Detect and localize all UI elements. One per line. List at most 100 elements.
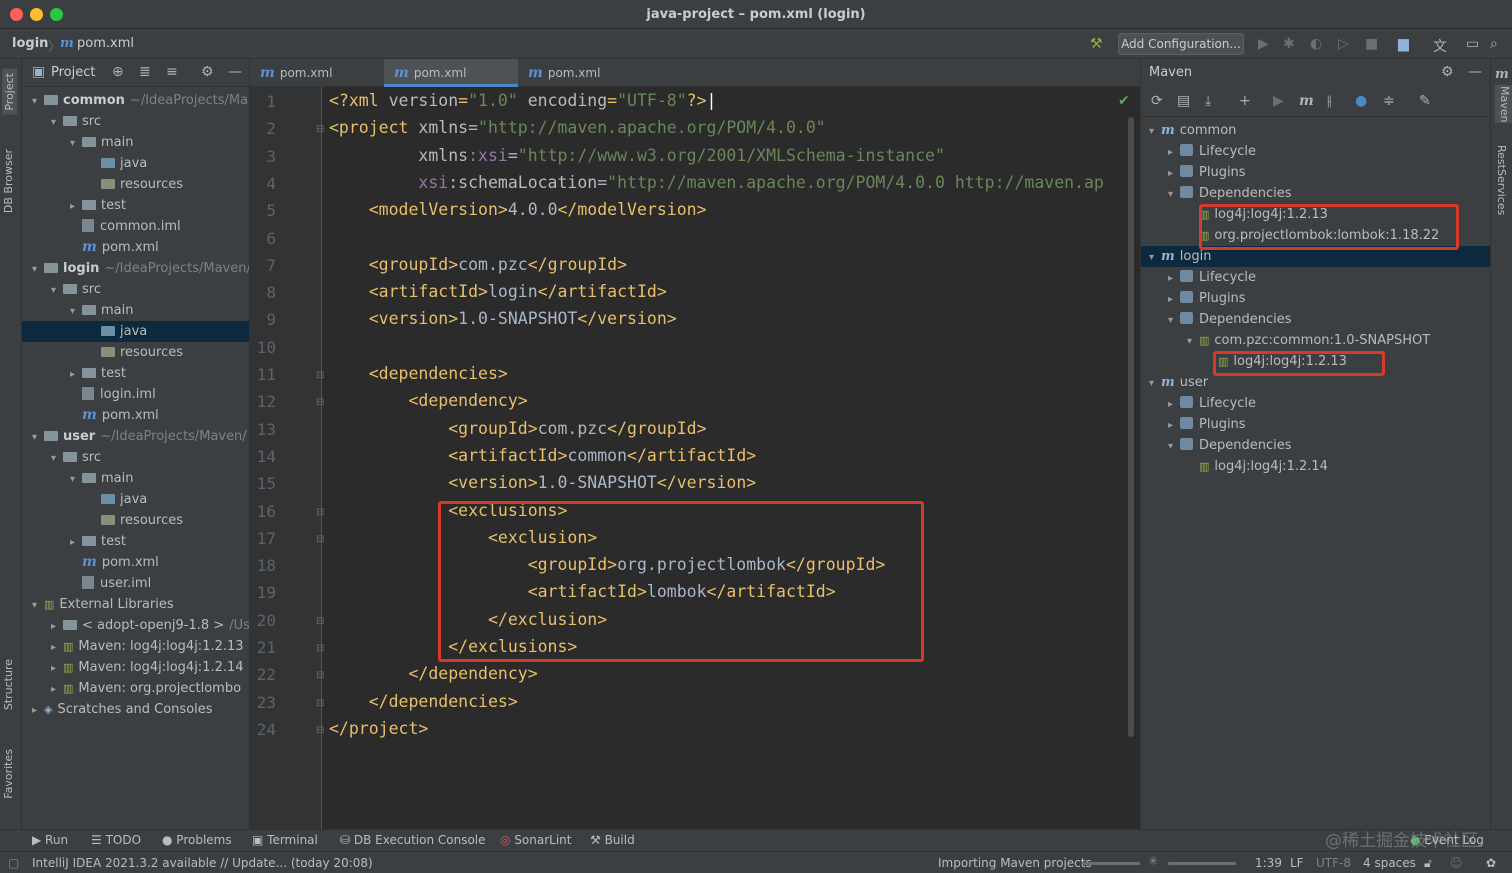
maven-settings-gear-icon[interactable]: ⚙ [1441,64,1454,80]
inspection-widget-icon[interactable]: ☺ [1450,856,1463,870]
chevron-down-icon[interactable]: ▾ [70,133,82,154]
chevron-right-icon[interactable]: ▸ [1168,415,1180,436]
caret-position[interactable]: 1:39 [1255,856,1282,870]
chevron-down-icon[interactable]: ▾ [51,448,63,469]
chevron-down-icon[interactable]: ▾ [1149,121,1161,142]
chevron-right-icon[interactable]: ▸ [1168,142,1180,163]
project-tree-item[interactable]: ▾ main [22,468,249,489]
chevron-right-icon[interactable]: ▸ [51,616,63,637]
maven-tree-item[interactable]: ▾ Dependencies [1141,183,1292,204]
fold-marker-icon[interactable]: ⊟ [316,616,324,627]
project-tree-item[interactable]: ▾ src [22,279,249,301]
coverage-icon[interactable]: ◐ [1310,36,1322,52]
chevron-down-icon[interactable]: ▾ [32,259,44,280]
execute-goal-icon[interactable]: m [1299,93,1314,109]
maven-tree-item[interactable]: ▾ m common [1141,120,1236,141]
chevron-down-icon[interactable]: ▾ [70,301,82,322]
chevron-right-icon[interactable]: ▸ [51,637,63,658]
chevron-right-icon[interactable]: ▸ [70,532,82,553]
maven-tree-item[interactable]: ▾ Dependencies [1141,309,1292,330]
fold-marker-icon[interactable]: ⊟ [316,507,324,518]
maven-tree-item[interactable]: ▸ Lifecycle [1141,267,1256,288]
maven-tree-item[interactable]: ▾ m user [1141,372,1208,393]
project-tree-item[interactable]: m pom.xml [22,237,249,258]
run-icon[interactable]: ▶ [1258,36,1269,52]
indent-setting[interactable]: 4 spaces [1363,856,1416,870]
toggle-tool-windows-icon[interactable]: ▢ [8,856,19,870]
code-line[interactable]: <project xmlns="http://maven.apache.org/… [329,118,826,137]
lock-icon[interactable]: 🔓︎ [1424,856,1432,871]
code-line[interactable]: <groupId>com.pzc</groupId> [329,419,706,438]
chevron-down-icon[interactable]: ▾ [51,280,63,301]
code-line[interactable]: <modelVersion>4.0.0</modelVersion> [329,200,707,219]
project-tree-item[interactable]: common.iml [22,216,249,237]
fold-marker-icon[interactable]: ⊟ [316,124,324,135]
maven-tree-item[interactable]: ▾ Dependencies [1141,435,1292,456]
db-browser-tool-tab[interactable]: DB Browser [2,149,15,213]
chevron-down-icon[interactable]: ▾ [1149,247,1161,268]
code-line[interactable]: </project> [329,719,428,738]
project-tree-item[interactable]: ▾ main [22,300,249,322]
project-tree-item[interactable]: ▾ ▥ External Libraries [22,594,249,616]
project-tree-item[interactable]: resources [22,174,249,195]
project-tree-item[interactable]: ▸ < adopt-openj9-1.8 > /Us [22,615,249,637]
line-separator[interactable]: LF [1290,856,1304,870]
chevron-right-icon[interactable]: ▸ [70,196,82,217]
code-line[interactable]: <dependencies> [329,364,508,383]
code-line[interactable]: xsi:schemaLocation="http://maven.apache.… [329,173,1103,192]
settings-gear-icon[interactable]: ⚙ [201,64,214,80]
chevron-right-icon[interactable]: ▸ [1168,163,1180,184]
chevron-right-icon[interactable]: ▸ [70,364,82,385]
maven-tree-item[interactable]: ▸ Plugins [1141,414,1246,435]
project-tree-item[interactable]: resources [22,510,249,531]
build-hammer-icon[interactable]: ⚒ [1090,36,1103,52]
maven-tree-item[interactable]: ▥ log4j:log4j:1.2.14 [1141,456,1328,477]
run-maven-icon[interactable]: ▶ [1273,93,1284,109]
chevron-down-icon[interactable]: ▾ [1149,373,1161,394]
code-line[interactable]: <artifactId>login</artifactId> [329,282,667,301]
code-line[interactable]: </dependencies> [329,692,518,711]
tab-pom-xml-common[interactable]: mpom.xml (common)✕ [518,59,668,108]
chevron-down-icon[interactable]: ▾ [1168,310,1180,331]
locate-file-icon[interactable]: ⊕ [112,64,124,80]
project-tree-item[interactable]: ▾ main [22,132,249,154]
run-tab[interactable]: ▶ Run [32,833,68,847]
chevron-down-icon[interactable]: ▾ [51,112,63,133]
toggle-offline-icon[interactable]: ⫲ [1327,93,1332,109]
add-icon[interactable]: + [1239,93,1251,109]
inspection-ok-icon[interactable]: ✔ [1118,93,1130,109]
project-tree-item[interactable]: ▸ test [22,531,249,553]
maven-tool-tab[interactable]: Maven [1495,85,1512,124]
editor-scrollbar[interactable] [1128,117,1134,737]
project-tree-item[interactable]: ▸ ▥ Maven: log4j:log4j:1.2.13 [22,636,249,658]
maven-tree-item[interactable]: ▸ Plugins [1141,288,1246,309]
layout-icon[interactable]: ▭ [1466,36,1479,52]
project-tree-item[interactable]: ▾ login ~/IdeaProjects/Maven/ [22,258,249,280]
project-tree-item[interactable]: ▾ user ~/IdeaProjects/Maven/ [22,426,249,448]
stop-icon[interactable]: ■ [1365,36,1378,52]
update-message[interactable]: IntelliJ IDEA 2021.3.2 available // Upda… [32,856,373,870]
chevron-down-icon[interactable]: ▾ [32,427,44,448]
debug-icon[interactable]: ✱ [1283,36,1295,52]
maven-tree-item[interactable]: ▸ Plugins [1141,162,1246,183]
maven-tree-item[interactable]: ▾ ▥ com.pzc:common:1.0-SNAPSHOT [1141,330,1430,351]
chevron-right-icon[interactable]: ▸ [1168,268,1180,289]
code-line[interactable]: <artifactId>common</artifactId> [329,446,756,465]
code-line[interactable]: <groupId>com.pzc</groupId> [329,255,627,274]
search-icon[interactable]: ⌕ [1490,36,1498,52]
fold-marker-icon[interactable]: ⊟ [316,725,324,736]
code-line[interactable]: xmlns:xsi="http://www.w3.org/2001/XMLSch… [329,146,945,165]
chevron-down-icon[interactable]: ▾ [1187,331,1199,352]
code-line[interactable]: <version>1.0-SNAPSHOT</version> [329,309,677,328]
project-tree-item[interactable]: ▸ ▥ Maven: log4j:log4j:1.2.14 [22,657,249,678]
chevron-down-icon[interactable]: ▾ [32,595,44,616]
code-line[interactable]: </dependency> [329,664,537,683]
problems-tab[interactable]: ● Problems [162,833,232,847]
fold-marker-icon[interactable]: ⊟ [316,534,324,545]
chevron-down-icon[interactable]: ▾ [1168,184,1180,205]
chevron-right-icon[interactable]: ▸ [1168,394,1180,415]
hide-panel-icon[interactable]: — [228,64,242,80]
project-tree-item[interactable]: login.iml [22,384,249,405]
project-tree-item[interactable]: ▸ ◈ Scratches and Consoles [22,699,249,720]
sonarlint-tab[interactable]: ◎ SonarLint [500,833,571,847]
